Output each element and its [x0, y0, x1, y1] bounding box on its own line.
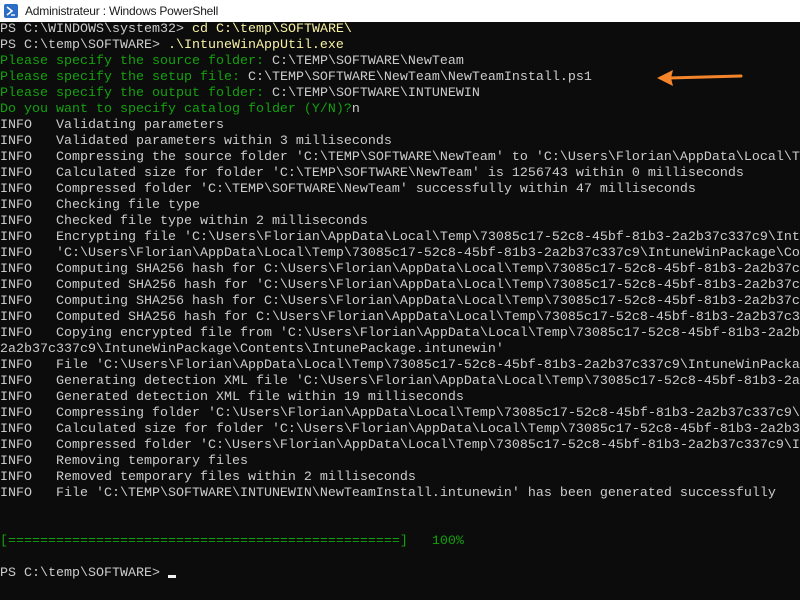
console-line: PS C:\temp\SOFTWARE> .\IntuneWinAppUtil.…	[0, 38, 800, 54]
console-line: INFO Checking file type	[0, 198, 800, 214]
console-text: INFO Generated detection XML file within…	[0, 390, 464, 405]
console-text: 2a2b37c337c9\IntuneWinPackage\Contents\I…	[0, 342, 504, 357]
console-line: INFO Removed temporary files within 2 mi…	[0, 470, 800, 486]
console-text: INFO Removing temporary files	[0, 454, 248, 469]
console-text: C:\TEMP\SOFTWARE\NewTeam\NewTeamInstall.…	[247, 70, 592, 85]
console-text: INFO File 'C:\Users\Florian\AppData\Loca…	[0, 358, 800, 373]
console-text: INFO Compressed folder 'C:\Users\Florian…	[0, 438, 800, 453]
console-line: INFO Compressed folder 'C:\Users\Florian…	[0, 438, 800, 454]
console-text: .\IntuneWinAppUtil.exe	[167, 38, 344, 53]
console-text: INFO Compressing the source folder 'C:\T…	[0, 150, 800, 165]
window-title: Administrateur : Windows PowerShell	[25, 4, 219, 18]
console-text: INFO Removed temporary files within 2 mi…	[0, 470, 416, 485]
console-text: C:\TEMP\SOFTWARE\INTUNEWIN	[271, 86, 480, 101]
console-line: INFO Compressing folder 'C:\Users\Floria…	[0, 406, 800, 422]
prompt-line: PS C:\temp\SOFTWARE>	[0, 566, 800, 582]
console-text: INFO Calculated size for folder 'C:\User…	[0, 422, 800, 437]
console-line: INFO Compressing the source folder 'C:\T…	[0, 150, 800, 166]
console-line: INFO Computed SHA256 hash for 'C:\Users\…	[0, 278, 800, 294]
console-text: Please specify the setup file:	[0, 70, 248, 85]
console-text: PS C:\temp\SOFTWARE>	[0, 38, 168, 53]
console-text: Do you want to specify catalog folder (Y…	[0, 102, 352, 117]
console-line: INFO Copying encrypted file from 'C:\Use…	[0, 326, 800, 342]
console-text: INFO Generating detection XML file 'C:\U…	[0, 374, 800, 389]
console-text: C:\TEMP\SOFTWARE\NewTeam	[271, 54, 464, 69]
console-line: INFO Calculated size for folder 'C:\User…	[0, 422, 800, 438]
console-line: INFO Generating detection XML file 'C:\U…	[0, 374, 800, 390]
arrow-left-icon	[657, 70, 743, 86]
console-line: INFO File 'C:\TEMP\SOFTWARE\INTUNEWIN\Ne…	[0, 486, 800, 502]
text-cursor	[167, 575, 176, 578]
console-text: n	[351, 102, 360, 117]
console-line: INFO Calculated size for folder 'C:\TEMP…	[0, 166, 800, 182]
console-line: INFO Computing SHA256 hash for C:\Users\…	[0, 262, 800, 278]
console-line: PS C:\WINDOWS\system32> cd C:\temp\SOFTW…	[0, 22, 800, 38]
console-line: 2a2b37c337c9\IntuneWinPackage\Contents\I…	[0, 342, 800, 358]
console-text: INFO File 'C:\TEMP\SOFTWARE\INTUNEWIN\Ne…	[0, 486, 776, 501]
console-text: INFO Checking file type	[0, 198, 200, 213]
console-text: cd C:\temp\SOFTWARE\	[191, 22, 352, 37]
console-line: Do you want to specify catalog folder (Y…	[0, 102, 800, 118]
console-line: INFO Generated detection XML file within…	[0, 390, 800, 406]
console-line: INFO Computing SHA256 hash for C:\Users\…	[0, 294, 800, 310]
console-text: INFO Encrypting file 'C:\Users\Florian\A…	[0, 230, 800, 245]
console-line: INFO Encrypting file 'C:\Users\Florian\A…	[0, 230, 800, 246]
console-text: INFO Computed SHA256 hash for C:\Users\F…	[0, 310, 800, 325]
title-bar: Administrateur : Windows PowerShell	[0, 0, 800, 22]
console-line: INFO Computed SHA256 hash for C:\Users\F…	[0, 310, 800, 326]
console-text: INFO Checked file type within 2 millisec…	[0, 214, 368, 229]
console-text: Please specify the output folder:	[0, 86, 272, 101]
console-line: INFO Validating parameters	[0, 118, 800, 134]
console-output[interactable]: PS C:\WINDOWS\system32> cd C:\temp\SOFTW…	[0, 22, 800, 600]
console-text: INFO Calculated size for folder 'C:\TEMP…	[0, 166, 744, 181]
console-text: PS C:\temp\SOFTWARE>	[0, 566, 168, 581]
console-text: INFO Compressed folder 'C:\TEMP\SOFTWARE…	[0, 182, 696, 197]
console-text: INFO Computing SHA256 hash for C:\Users\…	[0, 294, 800, 309]
console-text: INFO Computing SHA256 hash for C:\Users\…	[0, 262, 800, 277]
console-line: INFO Compressed folder 'C:\TEMP\SOFTWARE…	[0, 182, 800, 198]
console-line: INFO 'C:\Users\Florian\AppData\Local\Tem…	[0, 246, 800, 262]
powershell-icon	[4, 4, 18, 18]
console-line: INFO Checked file type within 2 millisec…	[0, 214, 800, 230]
console-text: INFO Copying encrypted file from 'C:\Use…	[0, 326, 800, 341]
console-line: INFO Validated parameters within 3 milli…	[0, 134, 800, 150]
console-text: INFO Computed SHA256 hash for 'C:\Users\…	[0, 278, 800, 293]
console-text: [=======================================…	[0, 534, 464, 549]
progress-bar-line: [=======================================…	[0, 534, 800, 550]
console-text: PS C:\WINDOWS\system32>	[0, 22, 192, 37]
console-line: INFO Removing temporary files	[0, 454, 800, 470]
console-text: INFO Validating parameters	[0, 118, 224, 133]
console-line: Please specify the output folder: C:\TEM…	[0, 86, 800, 102]
console-line: INFO File 'C:\Users\Florian\AppData\Loca…	[0, 358, 800, 374]
console-text: INFO Validated parameters within 3 milli…	[0, 134, 392, 149]
console-text: INFO Compressing folder 'C:\Users\Floria…	[0, 406, 800, 421]
console-text: Please specify the source folder:	[0, 54, 272, 69]
console-text: INFO 'C:\Users\Florian\AppData\Local\Tem…	[0, 246, 800, 261]
